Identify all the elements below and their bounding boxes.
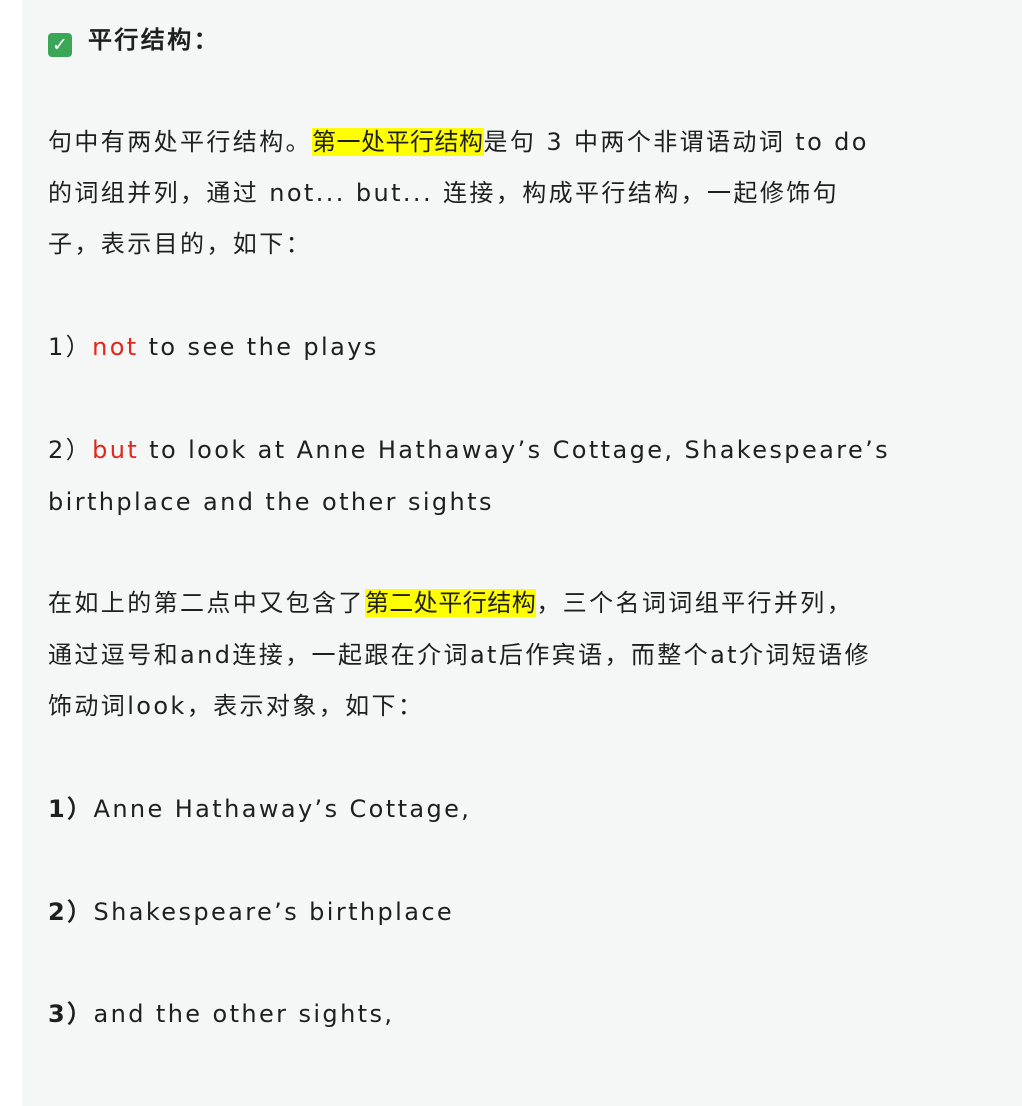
paragraph1-line1: 句中有两处平行结构。第一处平行结构是句 3 中两个非谓语动词 to do (48, 117, 869, 168)
paragraph1-text: 是句 3 中两个非谓语动词 to do (483, 128, 869, 156)
list-text: to see the plays (138, 333, 379, 361)
list1-item-1: 1）not to see the plays (48, 322, 379, 373)
paragraph1-line2: 的词组并列，通过 not... but... 连接，构成平行结构，一起修饰句 (48, 179, 840, 207)
keyword-but: but (92, 436, 140, 464)
paragraph2-line1: 在如上的第二点中又包含了第二处平行结构，三个名词词组平行并列， (48, 578, 853, 629)
list-number: 2） (48, 898, 94, 926)
list2-item-3: 3）and the other sights, (48, 989, 394, 1040)
list-number: 2） (48, 436, 93, 464)
section-title: 平行结构： (88, 26, 220, 54)
highlight-second-parallel: 第二处平行结构 (364, 589, 537, 617)
list-number: 1） (48, 795, 94, 823)
paragraph2-text: ，三个名词词组平行并列， (536, 589, 854, 617)
check-mark-icon: ✓ (48, 33, 72, 57)
list1-item-2: 2）but to look at Anne Hathaway’s Cottage… (48, 425, 890, 476)
section-heading: ✓ 平行结构： (48, 15, 220, 66)
list-number: 3） (48, 1000, 94, 1028)
list-text: Anne Hathaway’s Cottage, (93, 795, 472, 823)
list2-item-1: 1）Anne Hathaway’s Cottage, (48, 784, 471, 835)
list-text: and the other sights, (93, 1000, 395, 1028)
list1-item-2-continued: birthplace and the other sights (48, 488, 494, 516)
keyword-not: not (92, 333, 139, 361)
paragraph2-line3: 饰动词look，表示对象，如下： (48, 692, 425, 720)
list-number: 1） (48, 333, 93, 361)
highlight-first-parallel: 第一处平行结构 (312, 128, 484, 156)
paragraph1-text: 句中有两处平行结构。 (48, 128, 312, 156)
list2-item-2: 2）Shakespeare’s birthplace (48, 887, 454, 938)
list-text: to look at Anne Hathaway’s Cottage, Shak… (139, 436, 891, 464)
paragraph1-line3: 子，表示目的，如下： (48, 230, 312, 258)
paragraph2-text: 在如上的第二点中又包含了 (48, 589, 365, 617)
list-text: Shakespeare’s birthplace (93, 898, 455, 926)
paragraph2-line2: 通过逗号和and连接，一起跟在介词at后作宾语，而整个at介词短语修 (48, 641, 871, 669)
